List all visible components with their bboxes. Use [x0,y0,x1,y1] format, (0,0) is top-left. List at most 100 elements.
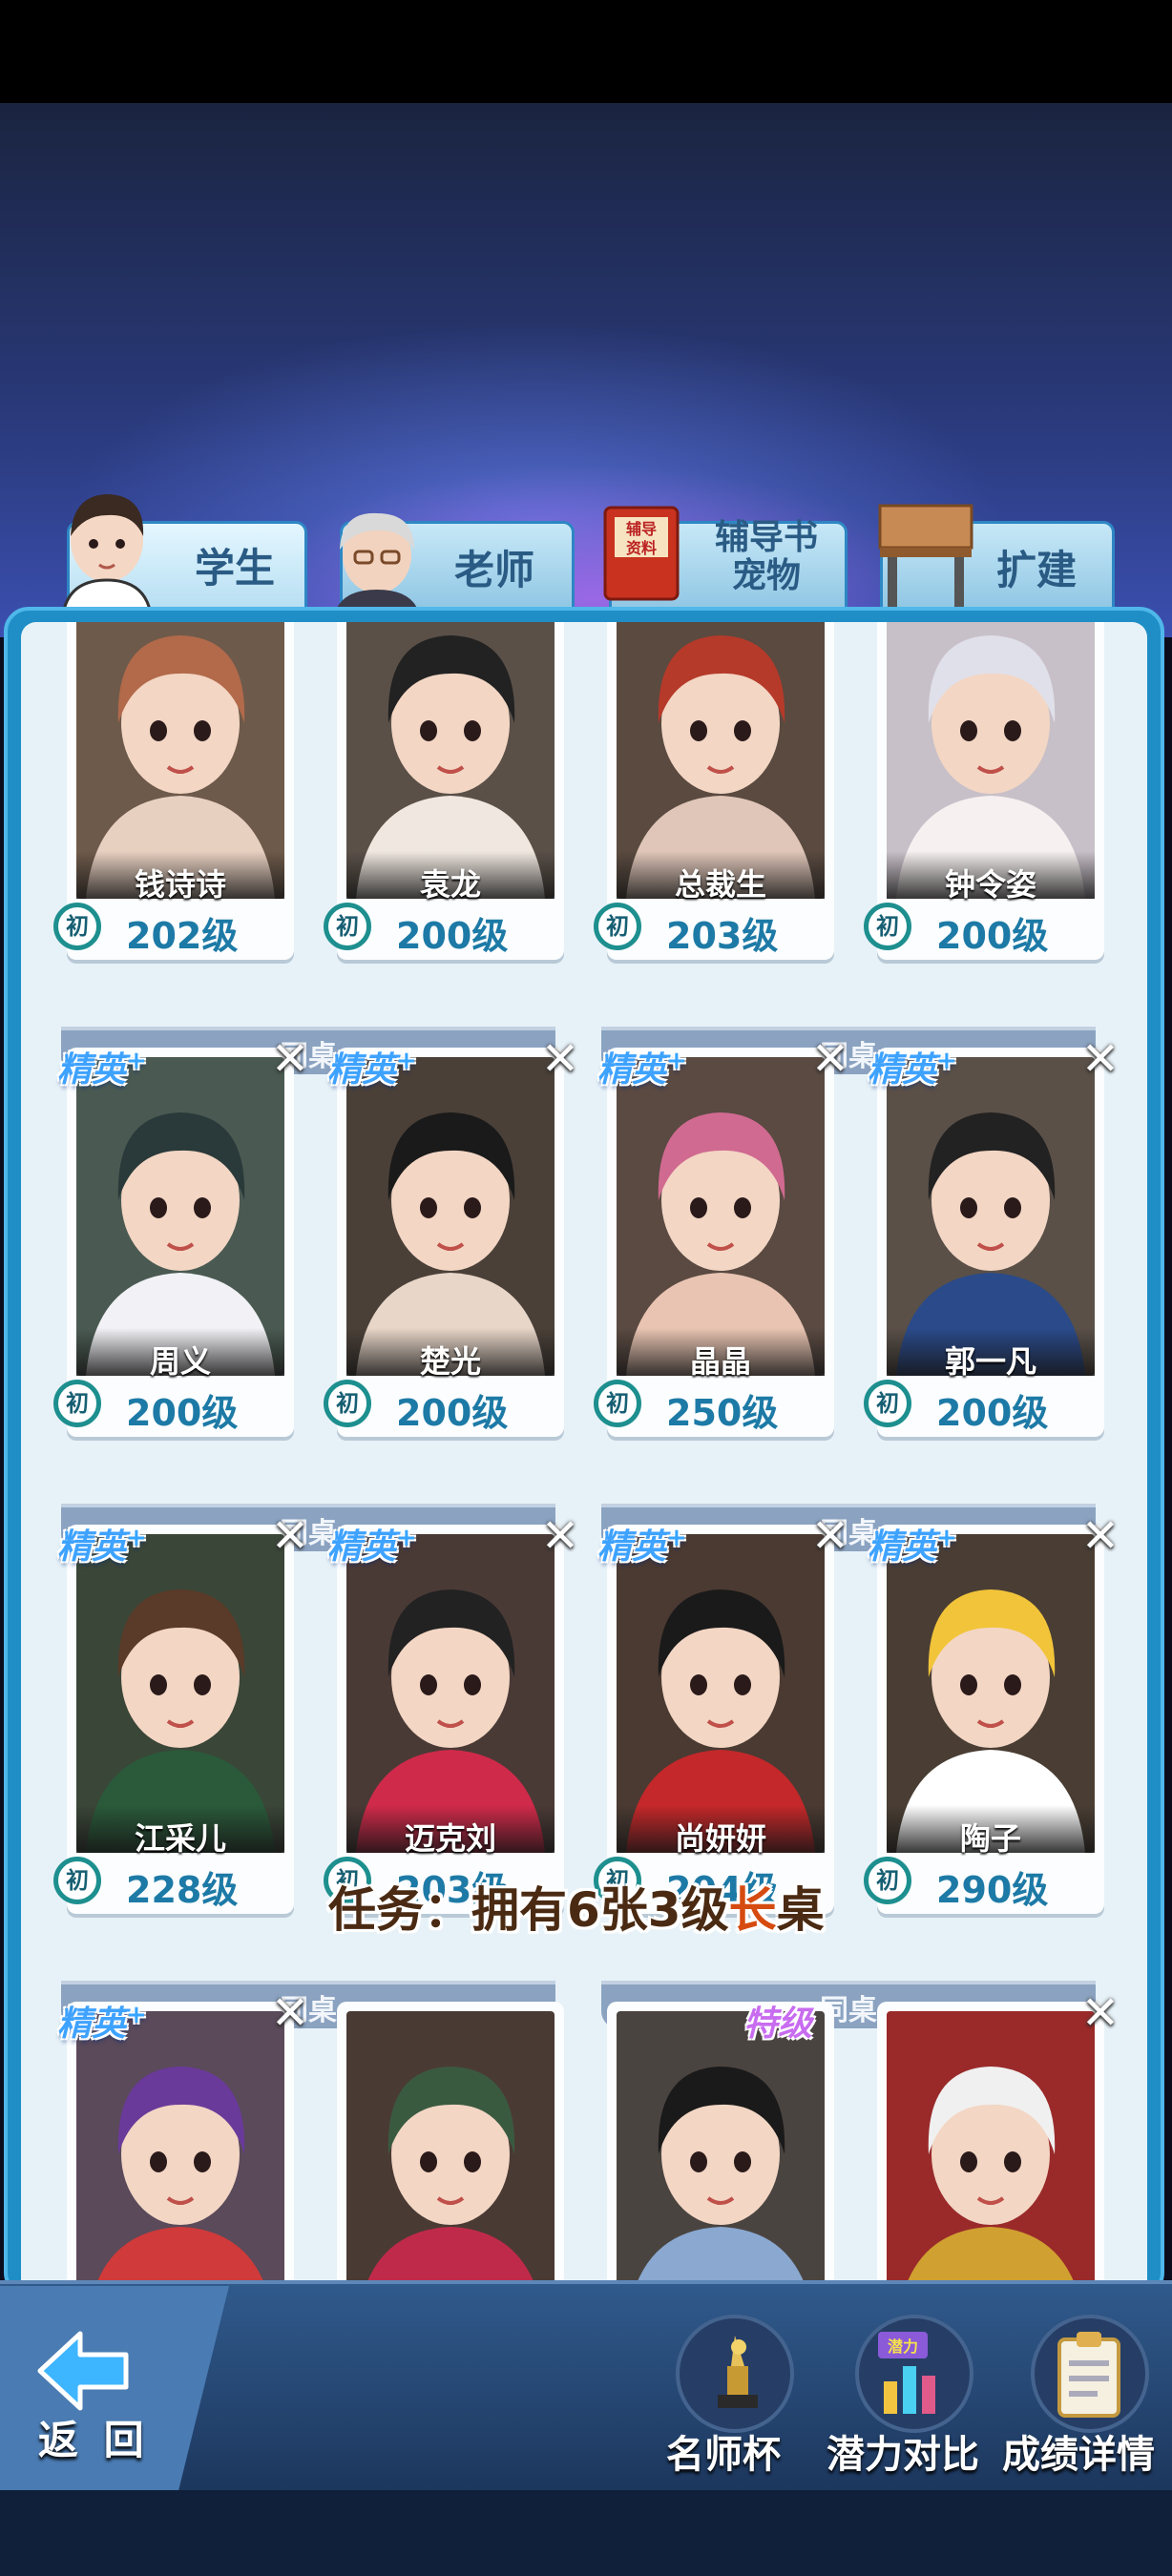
tab-teachers-label: 老师 [454,547,535,593]
student-card[interactable]: 陶子初 290级 精英+ ✕ [864,1513,1120,1914]
student-name: 袁龙 [419,866,481,903]
tab-students[interactable]: 学生 [61,494,313,614]
student-portrait [617,2011,825,2301]
elite-plus-badge: 精英+ [327,1047,417,1090]
plus-icon: + [126,1047,147,1075]
portrait-illustration [617,2011,825,2301]
name-strip: 尚妍妍 [617,1805,825,1857]
plus-icon: + [666,1047,687,1075]
student-card[interactable]: 王小虎初230级特级✕ [743,1990,1120,2301]
plus-icon: + [936,1524,957,1552]
student-grid[interactable]: 同桌 同桌 同桌 同桌 同桌 同桌 钱诗诗初 202级 袁龙初 200级 总裁生初 203级 钟令姿初 2… [21,622,1147,2301]
tab-expand-label: 扩建 [996,547,1078,593]
tab-teachers[interactable]: 老师 [334,512,580,616]
student-name: 陶子 [959,1820,1021,1857]
name-strip: 晶晶 [617,1328,825,1380]
plus-icon: + [396,1047,417,1075]
famous-teacher-cup-button[interactable]: 名师杯 [638,2309,809,2481]
potential-compare-button[interactable]: 潜力 潜力对比 [817,2309,989,2481]
student-card[interactable]: 迈克刘初 203级 精英+ ✕ [324,1513,579,1914]
close-icon[interactable]: ✕ [267,1990,313,2036]
special-badge: 特级 [743,2005,813,2044]
student-level: 200级 [936,1392,1049,1434]
close-icon[interactable]: ✕ [1078,1513,1123,1559]
close-icon[interactable]: ✕ [807,1513,853,1559]
rank-badge: 初 [53,903,101,950]
name-strip: 钟令姿 [887,851,1095,903]
close-icon[interactable]: ✕ [1078,1990,1123,2036]
score-details-label: 成绩详情 [1002,2433,1155,2477]
student-card[interactable]: 楚光初 200级 精英+ ✕ [324,1036,579,1437]
elite-plus-badge: 精英+ [597,1047,687,1090]
student-name: 郭一凡 [944,1343,1036,1380]
portrait-illustration [887,2011,1095,2301]
trophy-icon [718,2336,758,2408]
name-strip: 钱诗诗 [76,851,284,903]
rank-badge: 初 [324,903,371,950]
name-strip: 迈克刘 [346,1805,555,1857]
plus-icon: + [396,1524,417,1552]
student-name: 晶晶 [689,1343,751,1380]
student-portrait [76,2011,284,2301]
teacher-avatar-icon [334,512,420,616]
close-icon[interactable]: ✕ [537,1513,583,1559]
elite-plus-badge: 精英+ [597,1524,687,1567]
elite-plus-badge: 精英+ [57,1524,147,1567]
student-level: 290级 [936,1869,1049,1911]
svg-text:资料: 资料 [626,539,657,557]
close-icon[interactable]: ✕ [807,1036,853,1082]
student-card[interactable]: 晶晶初 250级 精英+ ✕ [594,1036,849,1437]
tab-books-label: 辅导书 [714,518,818,557]
student-name: 周义 [149,1343,211,1380]
back-arrow-icon[interactable] [36,2328,132,2414]
status-bar [0,0,1172,103]
student-card[interactable]: 廖婉仪初200级 [607,2002,834,2301]
back-button[interactable]: 返 回 [38,2408,150,2466]
close-icon[interactable]: ✕ [537,1036,583,1082]
tab-pets-label: 宠物 [731,556,801,595]
close-icon[interactable]: ✕ [1078,1036,1123,1082]
rank-badge: 初 [864,1380,911,1427]
student-level: 250级 [666,1392,779,1434]
student-card[interactable]: 总裁生初 203级 [594,622,834,960]
rank-badge: 初 [594,1380,641,1427]
name-strip: 袁龙 [346,851,555,903]
book-icon: 辅导 资料 [603,506,680,601]
rank-badge: 初 [53,1380,101,1427]
tab-books-pets[interactable]: 辅导 资料 辅导书 宠物 [603,506,853,611]
student-avatar-icon [61,494,153,614]
plus-icon: + [936,1047,957,1075]
close-icon[interactable]: ✕ [267,1513,313,1559]
student-card[interactable]: 周义初 200级 精英+ ✕ [53,1036,309,1437]
name-strip: 江采儿 [76,1805,284,1857]
student-card[interactable]: 钟令姿初 200级 [864,622,1104,960]
student-level: 200级 [396,1392,509,1434]
portrait-illustration [346,2011,555,2301]
student-name: 钱诗诗 [134,866,226,903]
rank-badge: 初 [53,1857,101,1904]
plus-icon: + [126,2001,147,2029]
student-portrait [887,2011,1095,2301]
score-details-button[interactable]: 成绩详情 [993,2309,1164,2481]
student-name: 楚光 [419,1343,481,1380]
student-card[interactable]: 钱诗诗初 202级 [53,622,294,960]
rank-badge: 初 [864,903,911,950]
name-strip: 楚光 [346,1328,555,1380]
student-card[interactable]: 张筱蕾初250级精英+✕ [57,1990,309,2301]
student-name: 江采儿 [134,1820,226,1857]
student-card[interactable]: 江采儿初 228级 精英+ ✕ [53,1513,309,1914]
student-card[interactable]: 贝斯初167级 [337,2002,564,2301]
name-strip: 郭一凡 [887,1328,1095,1380]
student-card[interactable]: 袁龙初 200级 [324,622,564,960]
plus-icon: + [666,1524,687,1552]
student-card[interactable]: 郭一凡初 200级 精英+ ✕ [864,1036,1120,1437]
student-name: 尚妍妍 [674,1820,766,1857]
close-icon[interactable]: ✕ [267,1036,313,1082]
card-area: 同桌 同桌 同桌 同桌 同桌 同桌 钱诗诗初 202级 袁龙初 200级 总裁生初 203级 钟令姿初 2… [21,622,1147,2301]
portrait-illustration [76,2011,284,2301]
task-banner: 任务：拥有6张3级长桌 [328,1872,863,1948]
rank-badge: 初 [594,903,641,950]
tab-expand[interactable]: 扩建 [874,504,1120,611]
student-card[interactable]: 尚妍妍初 204级 精英+ ✕ [594,1513,849,1914]
bar-chart-icon: 潜力 [878,2332,935,2414]
